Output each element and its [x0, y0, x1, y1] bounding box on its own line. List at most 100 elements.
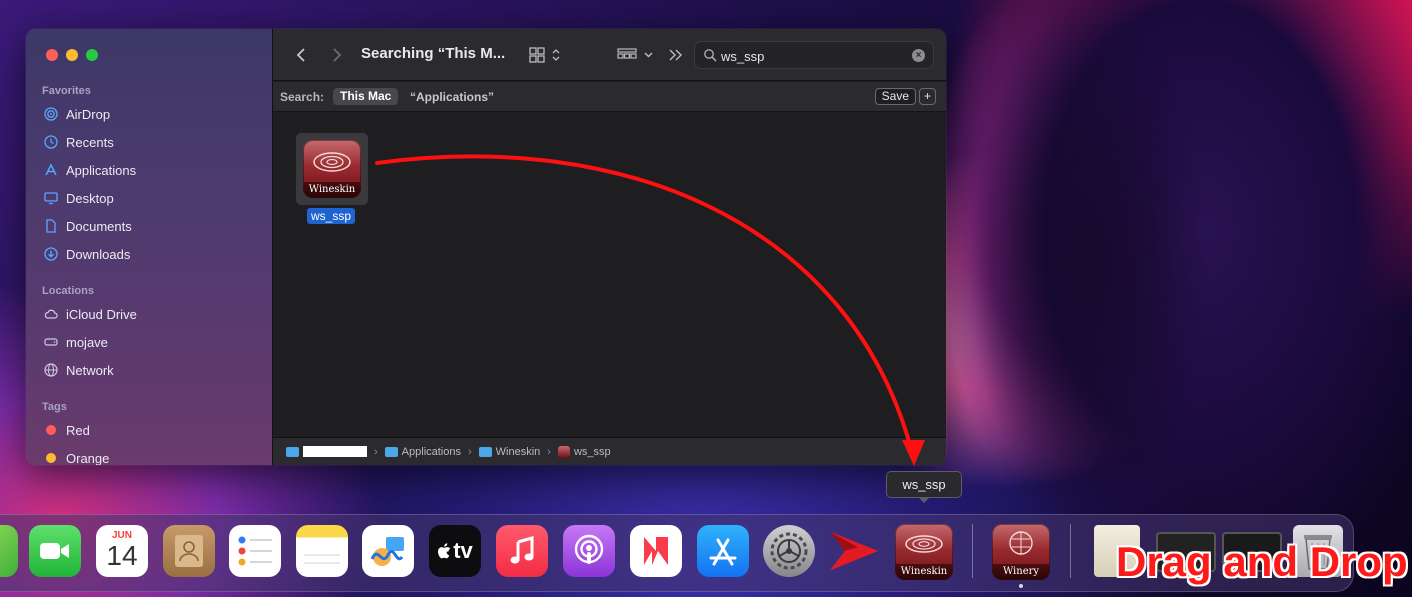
wineskin-app-icon: [557, 445, 570, 458]
news-icon: [644, 537, 668, 565]
sidebar-item-icloud-drive[interactable]: iCloud Drive: [44, 303, 137, 325]
window-controls: [46, 49, 98, 61]
podcasts-dock-icon[interactable]: [563, 525, 615, 577]
news-dock-icon[interactable]: [630, 525, 682, 577]
sidebar-item-desktop[interactable]: Desktop: [44, 187, 114, 209]
search-icon: [704, 49, 717, 62]
sidebar-item-label: Documents: [66, 218, 132, 234]
sidebar-item-airdrop[interactable]: AirDrop: [44, 103, 110, 125]
sidebar-item-label: Downloads: [66, 246, 131, 262]
path-segment-ws-ssp[interactable]: ws_ssp: [574, 446, 611, 458]
search-result-label[interactable]: ws_ssp: [307, 208, 356, 224]
cloud-icon: [44, 307, 58, 321]
finder-toolbar: Searching “This M... ws_ssp ×: [273, 29, 946, 81]
podcast-icon: [574, 534, 604, 564]
sidebar-item-recents[interactable]: Recents: [44, 131, 114, 153]
sidebar-item-downloads[interactable]: Downloads: [44, 243, 130, 265]
sidebar-item-label: AirDrop: [66, 106, 111, 122]
winery-globe-icon: [1009, 531, 1033, 555]
sidebar-item-network[interactable]: Network: [44, 359, 114, 381]
apple-logo-icon: [438, 543, 451, 559]
reminders-dock-icon[interactable]: [229, 525, 281, 577]
search-result-item[interactable]: Wineskin: [296, 133, 368, 205]
apple-tv-dock-icon[interactable]: tv: [429, 525, 481, 577]
finder-sidebar: Favorites AirDrop Recents Applications D…: [26, 29, 273, 465]
dock-separator: [1070, 524, 1071, 578]
sidebar-item-label: Red: [66, 422, 90, 438]
app-store-dock-icon[interactable]: [697, 525, 749, 577]
search-input[interactable]: [721, 46, 901, 66]
sidebar-item-label: Network: [66, 362, 114, 378]
favorites-header: Favorites: [42, 85, 91, 97]
zoom-button[interactable]: [86, 49, 98, 61]
finder-main: Searching “This M... ws_ssp × Search: Th…: [273, 29, 946, 465]
sidebar-item-label: Applications: [66, 162, 137, 178]
group-by-button[interactable]: [617, 43, 657, 67]
double-chevron-right-icon: [669, 49, 682, 61]
freeform-icon: [370, 537, 404, 566]
scope-this-mac[interactable]: This Mac: [333, 88, 399, 105]
save-search-button[interactable]: Save: [874, 88, 916, 105]
wineskin-app-icon: Wineskin: [303, 140, 361, 198]
forward-button[interactable]: [327, 43, 347, 67]
freeform-dock-icon[interactable]: [362, 525, 414, 577]
view-mode-button[interactable]: [529, 43, 567, 67]
minimize-button[interactable]: [66, 49, 78, 61]
list-icon: [238, 536, 272, 566]
red-arrow-logo-icon: [829, 531, 879, 571]
applications-icon: [44, 163, 58, 177]
contacts-dock-icon[interactable]: [163, 525, 215, 577]
wineskin-dock-icon[interactable]: Wineskin: [895, 524, 953, 580]
clear-search-icon[interactable]: ×: [912, 49, 925, 62]
path-bar: › Applications › Wineskin › ws_ssp: [273, 437, 946, 465]
sidebar-item-label: mojave: [66, 334, 108, 350]
apple-tv-label: tv: [453, 538, 473, 563]
crossover-dock-icon[interactable]: [828, 525, 880, 577]
scope-label: Search:: [280, 90, 325, 104]
close-button[interactable]: [46, 49, 58, 61]
facetime-dock-icon[interactable]: [29, 525, 81, 577]
notes-lines-icon: [304, 554, 340, 564]
download-icon: [44, 247, 58, 261]
path-segment-wineskin[interactable]: Wineskin: [496, 446, 541, 458]
sidebar-item-applications[interactable]: Applications: [44, 159, 136, 181]
dock-separator: [972, 524, 973, 578]
back-button[interactable]: [291, 43, 311, 67]
path-separator-icon: ›: [547, 445, 551, 458]
app-store-icon: [709, 538, 737, 566]
folder-icon: [286, 446, 299, 457]
notes-dock-icon[interactable]: [296, 525, 348, 577]
music-note-icon: [510, 536, 534, 564]
music-dock-icon[interactable]: [496, 525, 548, 577]
search-field[interactable]: ×: [694, 41, 934, 69]
clock-icon: [44, 135, 58, 149]
winery-dock-icon[interactable]: Winery: [992, 524, 1050, 580]
sidebar-item-tag-red[interactable]: Red: [44, 419, 90, 441]
calendar-dock-icon[interactable]: JUN 14: [96, 525, 148, 577]
calendar-day: 14: [106, 540, 138, 571]
photos-dock-icon[interactable]: [0, 525, 18, 577]
sidebar-item-tag-orange[interactable]: Orange: [44, 447, 109, 465]
drag-and-drop-caption: Drag and Drop: [1116, 538, 1408, 585]
add-criteria-button[interactable]: +: [919, 88, 936, 105]
dock-tooltip: ws_ssp: [886, 471, 962, 498]
system-settings-dock-icon[interactable]: [763, 525, 815, 577]
scope-applications[interactable]: “Applications”: [410, 90, 494, 104]
app-icon-caption: Wineskin: [303, 181, 361, 198]
sidebar-item-documents[interactable]: Documents: [44, 215, 132, 237]
path-segment-applications[interactable]: Applications: [402, 446, 461, 458]
folder-icon: [478, 446, 492, 457]
sidebar-item-mojave[interactable]: mojave: [44, 331, 108, 353]
tooltip-tail: [918, 497, 930, 503]
chevron-right-icon: [333, 48, 342, 62]
wallpaper-swirl: [940, 0, 1412, 520]
gear-icon: [770, 532, 808, 570]
swirl-icon: [905, 535, 943, 553]
more-toolbar-button[interactable]: [668, 43, 684, 67]
redacted-path-segment: [303, 446, 367, 457]
person-icon: [175, 535, 203, 567]
desktop-icon: [44, 191, 58, 205]
tags-header: Tags: [42, 401, 67, 413]
wineskin-dock-label: Wineskin: [895, 564, 953, 580]
folder-icon: [384, 446, 398, 457]
